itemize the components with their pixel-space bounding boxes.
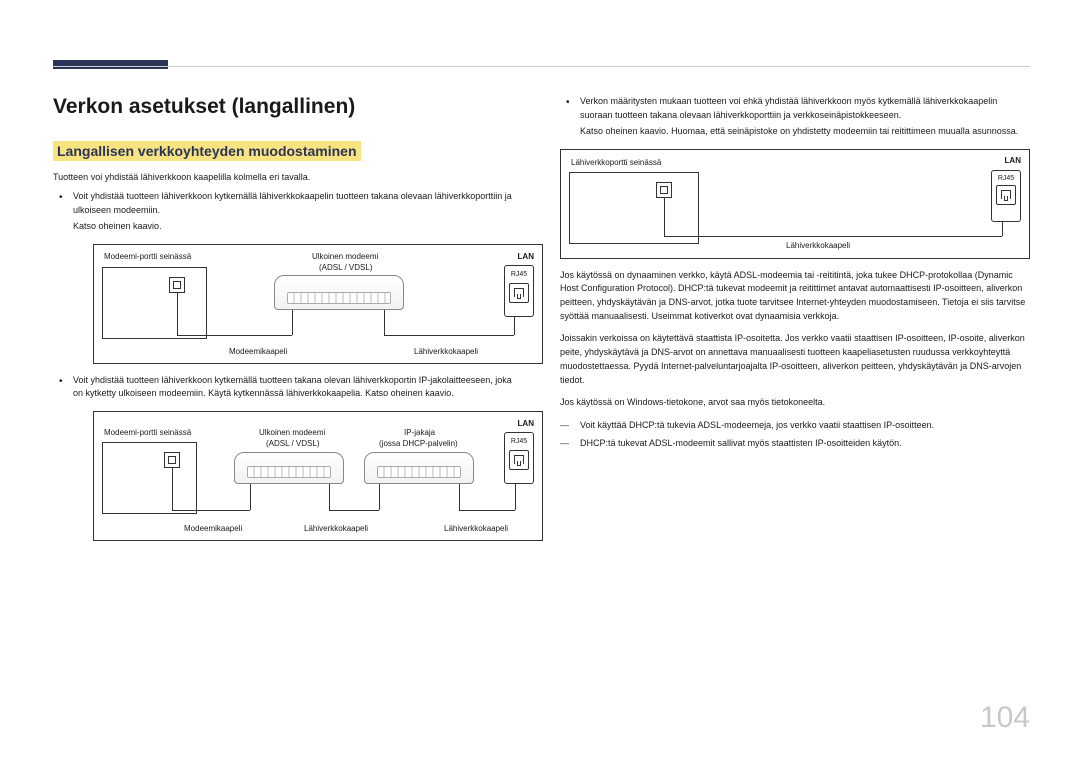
rj45-icon <box>996 185 1016 205</box>
cable-segment <box>384 335 514 336</box>
cable-segment <box>172 468 173 510</box>
wall-port-icon <box>169 277 185 293</box>
cable-segment <box>459 510 515 511</box>
cable-label: Modeemikaapeli <box>229 346 287 358</box>
cable-segment <box>172 510 250 511</box>
cable-segment <box>177 335 292 336</box>
method-subtext: Katso oheinen kaavio. <box>73 220 523 234</box>
cable-segment <box>515 484 516 510</box>
wall-panel <box>569 172 699 244</box>
wall-label: Lähiverkkoportti seinässä <box>571 158 661 167</box>
wall-panel <box>102 267 207 339</box>
lan-device: RJ45 <box>504 265 534 317</box>
cable-segment <box>664 236 1002 237</box>
paragraph-windows: Jos käytössä on Windows-tietokone, arvot… <box>560 396 1030 410</box>
method-list-right: Verkon määritysten mukaan tuotteen voi e… <box>560 95 1030 139</box>
cable-segment <box>664 198 665 236</box>
method-text: Voit yhdistää tuotteen lähiverkkoon kytk… <box>73 191 512 215</box>
right-column: Verkon määritysten mukaan tuotteen voi e… <box>560 95 1030 451</box>
page-number: 104 <box>980 701 1030 735</box>
section-heading: Langallisen verkkoyhteyden muodostaminen <box>53 141 361 161</box>
wall-label: Modeemi-portti seinässä <box>104 427 191 439</box>
rj45-icon <box>509 450 529 470</box>
cable-segment <box>384 310 385 335</box>
lan-label: LAN <box>518 251 534 263</box>
modem-sublabel: (ADSL / VDSL) <box>319 262 373 274</box>
method-text: Verkon määritysten mukaan tuotteen voi e… <box>580 96 997 120</box>
cable-segment <box>329 484 330 510</box>
cable-segment <box>514 317 515 335</box>
note-2: DHCP:tä tukevat ADSL-modeemit sallivat m… <box>560 436 1030 450</box>
header-divider <box>53 66 1030 67</box>
method-text: Voit yhdistää tuotteen lähiverkkoon kytk… <box>73 375 512 399</box>
wall-port-icon <box>656 182 672 198</box>
page-title: Verkon asetukset (langallinen) <box>53 95 523 119</box>
cable-label: Lähiverkkokaapeli <box>414 346 478 358</box>
rj45-label: RJ45 <box>511 271 527 278</box>
cable-segment <box>250 484 251 510</box>
modem-icon <box>274 275 404 310</box>
modem-icon <box>234 452 344 484</box>
method-item-1: Voit yhdistää tuotteen lähiverkkoon kytk… <box>73 190 523 364</box>
lan-label: LAN <box>518 418 534 430</box>
wall-panel <box>102 442 197 514</box>
splitter-icon <box>364 452 474 484</box>
cable-segment <box>1002 222 1003 236</box>
wall-port-icon <box>164 452 180 468</box>
diagram-modem: Modeemi-portti seinässä Ulkoinen modeemi… <box>93 244 543 364</box>
diagram-splitter: Modeemi-portti seinässä Ulkoinen modeemi… <box>93 411 543 541</box>
paragraph-static: Joissakin verkoissa on käytettävä staatt… <box>560 332 1030 388</box>
paragraph-dhcp: Jos käytössä on dynaaminen verkko, käytä… <box>560 269 1030 325</box>
rj45-label: RJ45 <box>998 175 1014 182</box>
splitter-sublabel: (jossa DHCP-palvelin) <box>379 438 458 450</box>
intro-text: Tuotteen voi yhdistää lähiverkkoon kaape… <box>53 171 523 184</box>
rj45-icon <box>509 283 529 303</box>
lan-device: RJ45 <box>504 432 534 484</box>
cable-segment <box>459 484 460 510</box>
lan-label: LAN <box>1005 156 1021 165</box>
cable-segment <box>379 484 380 510</box>
left-column: Verkon asetukset (langallinen) Langallis… <box>53 95 523 551</box>
cable-segment <box>292 310 293 335</box>
cable-label: Lähiverkkokaapeli <box>444 523 508 535</box>
cable-label: Lähiverkkokaapeli <box>786 241 850 250</box>
diagram-direct: Lähiverkkoportti seinässä LAN RJ45 Lähiv… <box>560 149 1030 259</box>
method-item-3: Verkon määritysten mukaan tuotteen voi e… <box>580 95 1030 139</box>
method-list: Voit yhdistää tuotteen lähiverkkoon kytk… <box>53 190 523 541</box>
rj45-label: RJ45 <box>511 438 527 445</box>
method-item-2: Voit yhdistää tuotteen lähiverkkoon kytk… <box>73 374 523 541</box>
cable-segment <box>329 510 379 511</box>
wall-label: Modeemi-portti seinässä <box>104 251 191 263</box>
cable-label: Lähiverkkokaapeli <box>304 523 368 535</box>
cable-segment <box>177 293 178 335</box>
method-subtext: Katso oheinen kaavio. Huomaa, että seinä… <box>580 125 1030 139</box>
lan-device: RJ45 <box>991 170 1021 222</box>
modem-sublabel: (ADSL / VDSL) <box>266 438 320 450</box>
header-accent-bar <box>53 60 168 69</box>
cable-label: Modeemikaapeli <box>184 523 242 535</box>
note-1: Voit käyttää DHCP:tä tukevia ADSL-modeem… <box>560 418 1030 432</box>
